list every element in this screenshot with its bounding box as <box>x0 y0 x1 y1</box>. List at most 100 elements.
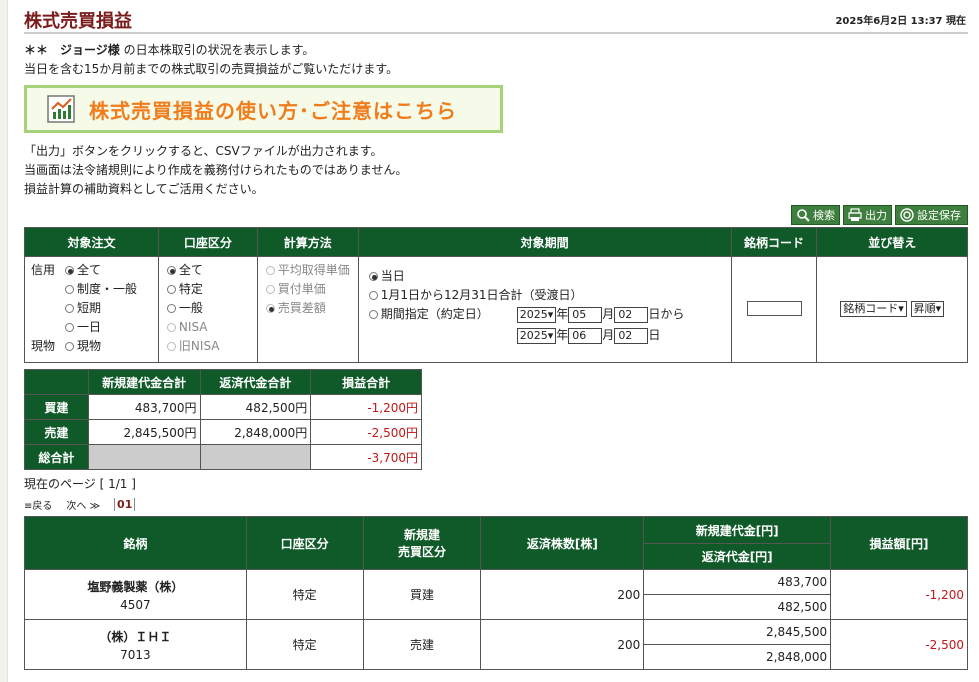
summary-pl: -1,200円 <box>310 394 422 420</box>
sort-order-select[interactable]: 昇順▾ <box>910 301 945 317</box>
account-radio-all[interactable] <box>166 266 176 275</box>
to-month-input[interactable]: 06 <box>568 327 603 344</box>
credit-label: 信用 <box>31 263 56 277</box>
table-row: 塩野義製薬（株） 4507 特定 買建 200 483,700 -1,200 <box>24 569 968 620</box>
radio-label: 制度・一般 <box>77 282 138 296</box>
to-day-input[interactable]: 02 <box>614 327 649 344</box>
from-month-input[interactable]: 05 <box>568 306 603 323</box>
account-radio-specific[interactable] <box>166 285 176 294</box>
from-year-select[interactable]: 2025▾ <box>516 306 557 323</box>
quantity: 200 <box>480 569 645 620</box>
save-settings-label: 設定保存 <box>917 209 961 222</box>
account-radio-general[interactable] <box>166 304 176 313</box>
account-radio-nisa <box>166 323 176 332</box>
header-period: 対象期間 <box>357 227 732 257</box>
page-info: 現在のページ [ 1/1 ] <box>24 477 136 491</box>
current-page: 01 <box>114 497 136 511</box>
target-icon <box>900 208 914 222</box>
detail-header-stock: 銘柄 <box>24 516 247 570</box>
profit-loss: -2,500 <box>830 619 968 670</box>
stock-cell: 塩野義製薬（株） 4507 <box>24 569 247 620</box>
printer-icon <box>848 208 862 221</box>
next-link[interactable]: 次へ ≫ <box>66 497 100 512</box>
from-day-input[interactable]: 02 <box>614 306 649 323</box>
radio-label: 平均取得単価 <box>277 263 350 277</box>
prev-link[interactable]: ≡戻る <box>24 497 52 512</box>
detail-header-close: 返済代金[円] <box>643 543 832 570</box>
stock-code: 4507 <box>120 597 151 612</box>
summary-row: 買建 483,700円 482,500円 -1,200円 <box>24 394 422 420</box>
period-radio-range[interactable] <box>368 310 378 319</box>
radio-label: 当日 <box>380 269 405 283</box>
profit-loss: -1,200 <box>830 569 968 620</box>
radio-label: 現物 <box>77 339 102 353</box>
period-radio-yearly[interactable] <box>368 291 378 300</box>
search-button[interactable]: 検索 <box>791 205 840 225</box>
cash-label: 現物 <box>31 339 56 353</box>
detail-header-pl: 損益額[円] <box>830 516 968 570</box>
save-settings-button[interactable]: 設定保存 <box>895 205 968 225</box>
order-radio-cash[interactable] <box>65 342 74 351</box>
header-order: 対象注文 <box>24 227 159 257</box>
radio-label: 特定 <box>178 282 203 296</box>
select-value: 銘柄コード <box>843 302 899 315</box>
unit-label: 月 <box>602 328 615 342</box>
notes: 「出力」ボタンをクリックすると、CSVファイルが出力されます。 当画面は法令諸規… <box>24 142 968 199</box>
header-sort: 並び替え <box>816 227 968 257</box>
order-radio-all[interactable] <box>65 266 74 275</box>
summary-table: 新規建代金合計 返済代金合計 損益合計 買建 483,700円 482,500円… <box>24 369 422 470</box>
title-row: 株式売買損益 2025年6月2日 13:37 現在 <box>24 0 968 34</box>
timestamp: 2025年6月2日 13:37 現在 <box>835 16 966 27</box>
detail-header-open: 新規建代金[円] <box>643 516 832 544</box>
select-value: 2025 <box>519 328 548 342</box>
toolbar: 検索 出力 設定保存 <box>24 205 968 227</box>
radio-label: 全て <box>77 263 102 277</box>
unit-label: 日から <box>648 307 685 321</box>
chart-icon <box>47 95 75 123</box>
note-line: 「出力」ボタンをクリックすると、CSVファイルが出力されます。 <box>24 144 383 158</box>
table-row: （株）ＩＨＩ 7013 特定 売建 200 2,845,500 -2,500 <box>24 619 968 670</box>
output-button[interactable]: 出力 <box>843 205 892 225</box>
order-radio-day[interactable] <box>65 323 74 332</box>
order-radio-system[interactable] <box>65 285 74 294</box>
order-radio-short[interactable] <box>65 304 74 313</box>
summary-open: 2,845,500円 <box>87 419 201 445</box>
quantity: 200 <box>480 619 645 670</box>
stock-name[interactable]: 塩野義製薬（株） <box>25 578 246 595</box>
left-margin-bar <box>0 0 8 682</box>
unit-label: 日 <box>648 328 661 342</box>
detail-table: 銘柄 口座区分 新規建 売買区分 返済株数[株] 新規建代金[円] 損益額[円] … <box>24 516 968 670</box>
detail-header-qty: 返済株数[株] <box>480 516 645 570</box>
radio-label: 全て <box>178 263 203 277</box>
account-type: 特定 <box>245 619 364 670</box>
stock-code: 7013 <box>120 647 151 662</box>
period-radio-today[interactable] <box>368 272 378 281</box>
pager: ≡戻る 次へ ≫ 01 <box>24 495 968 513</box>
trade-side: 買建 <box>362 569 482 620</box>
intro-line2: 当日を含む15か月前までの株式取引の売買損益がご覧いただけます。 <box>24 62 399 76</box>
summary-row-label: 買建 <box>24 394 89 420</box>
detail-header-side-line2: 売買区分 <box>398 545 447 559</box>
stock-name[interactable]: （株）ＩＨＩ <box>25 628 246 645</box>
sort-key-select[interactable]: 銘柄コード▾ <box>840 301 907 317</box>
note-line: 当画面は法令諸規則により作成を義務付けられたものではありません。 <box>24 163 408 177</box>
summary-close-empty <box>199 444 312 470</box>
user-name: ジョージ様 <box>60 43 120 57</box>
close-amount: 2,848,000 <box>643 644 832 670</box>
summary-row: 売建 2,845,500円 2,848,000円 -2,500円 <box>24 419 422 445</box>
radio-label: 1月1日から12月31日合計（受渡日） <box>380 288 583 302</box>
account-cell: 全て 特定 一般 NISA 旧NISA <box>157 256 258 363</box>
radio-label: 一般 <box>178 301 203 315</box>
account-radio-old-nisa <box>166 342 176 351</box>
order-cell: 信用 全て 制度・一般 短期 一日 現物 現物 <box>24 256 159 363</box>
radio-label: 一日 <box>77 320 102 334</box>
radio-label: 期間指定（約定日） <box>380 307 489 321</box>
header-account: 口座区分 <box>157 227 258 257</box>
to-year-select[interactable]: 2025▾ <box>516 327 557 344</box>
stock-code-input[interactable] <box>746 301 802 316</box>
open-amount: 2,845,500 <box>643 619 832 645</box>
radio-label: 買付単価 <box>277 282 326 296</box>
detail-header-side: 新規建 売買区分 <box>362 516 482 570</box>
help-banner[interactable]: 株式売買損益の使い方･ご注意はこちら <box>24 85 503 133</box>
radio-label: 旧NISA <box>178 339 220 353</box>
